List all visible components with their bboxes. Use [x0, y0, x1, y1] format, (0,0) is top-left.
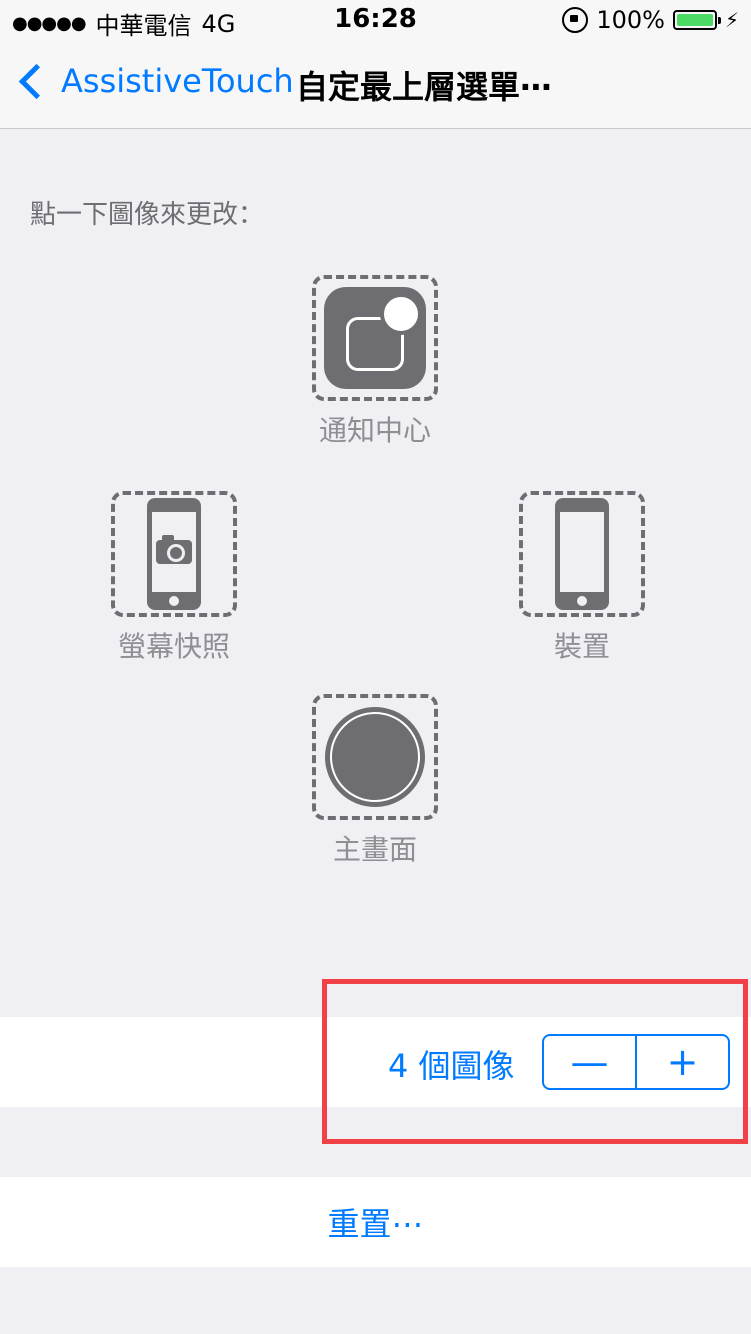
camera-icon — [156, 535, 192, 564]
battery-icon — [672, 10, 721, 30]
battery-fill — [676, 14, 713, 26]
home-inner-ring — [330, 712, 420, 802]
page-title: 自定最上層選單⋯ — [296, 68, 553, 106]
back-label: AssistiveTouch — [61, 62, 294, 100]
nc-dot — [380, 293, 422, 335]
reset-button[interactable]: 重置⋯ — [0, 1177, 751, 1267]
rotation-lock-icon — [562, 7, 589, 33]
phone-screen — [560, 512, 604, 592]
status-right: 100% ⚡ — [562, 6, 739, 34]
slot-notification-center[interactable]: 通知中心 — [310, 275, 440, 449]
screenshot-icon — [147, 498, 201, 610]
slot-device[interactable]: 裝置 — [517, 491, 647, 665]
navigation-bar: AssistiveTouch 自定最上層選單⋯ — [0, 40, 751, 129]
slot-box-top[interactable] — [312, 275, 438, 401]
status-bar: ●●●●● 中華電信 4G 16:28 100% ⚡ — [0, 0, 751, 40]
slot-label-left: 螢幕快照 — [117, 630, 230, 663]
phone-home-dot — [577, 596, 587, 606]
slot-box-right[interactable] — [519, 491, 645, 617]
phone-home-dot — [169, 596, 179, 606]
home-icon — [325, 707, 425, 807]
phone-screen — [152, 512, 196, 592]
instruction-text: 點一下圖像來更改： — [30, 200, 265, 230]
slot-label-top: 通知中心 — [318, 414, 431, 447]
slot-box-bottom[interactable] — [312, 694, 438, 820]
slot-home[interactable]: 主畫面 — [310, 694, 440, 868]
notification-center-icon — [324, 287, 426, 389]
back-button[interactable]: AssistiveTouch — [14, 62, 294, 100]
chevron-left-icon — [18, 63, 55, 99]
slot-screenshot[interactable]: 螢幕快照 — [109, 491, 239, 665]
highlight-box — [322, 979, 748, 1144]
slot-label-bottom: 主畫面 — [332, 833, 417, 866]
device-icon — [555, 498, 609, 610]
battery-percent: 100% — [596, 6, 665, 34]
slot-box-left[interactable] — [111, 491, 237, 617]
charging-bolt-icon: ⚡ — [724, 8, 739, 32]
slot-label-right: 裝置 — [553, 630, 610, 663]
